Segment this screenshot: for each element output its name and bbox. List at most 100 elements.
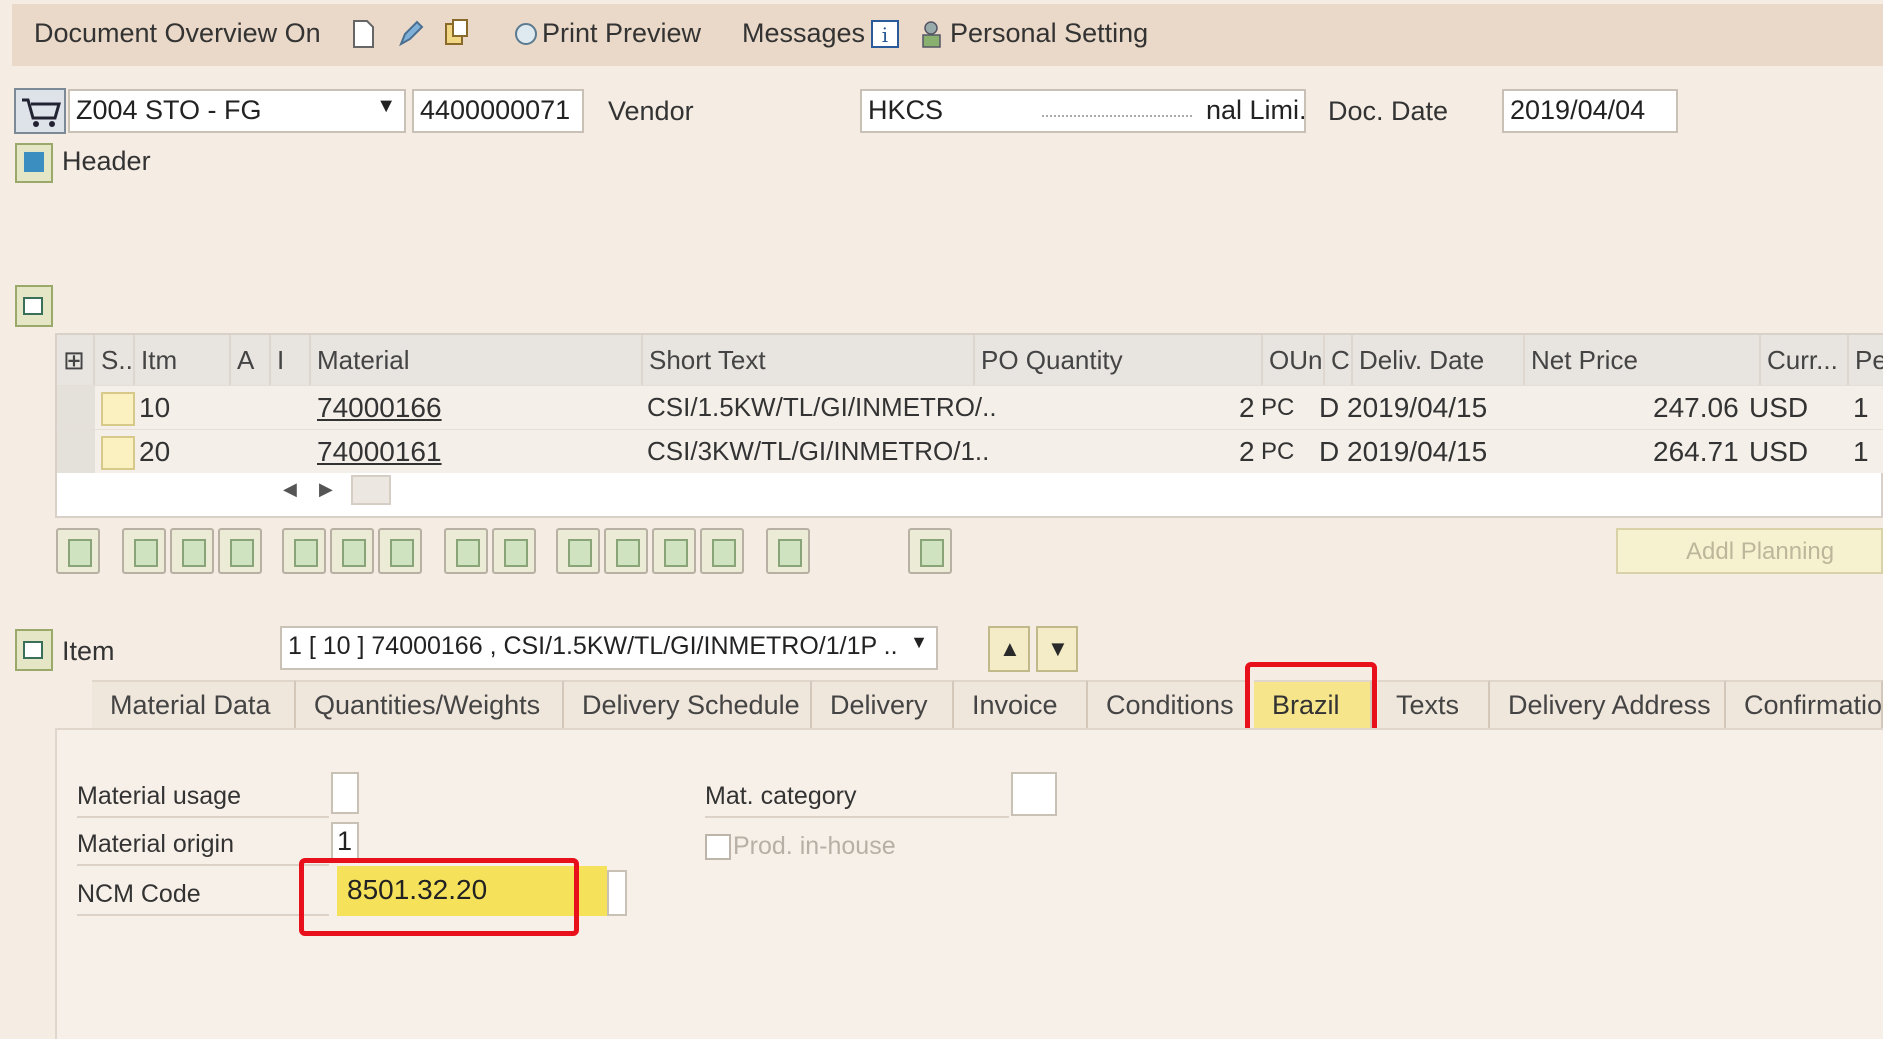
filter-settings-icon[interactable]: [652, 528, 696, 574]
material-link[interactable]: 74000161: [317, 436, 442, 468]
vendor-value: HKCS: [868, 95, 944, 125]
chevron-down-icon[interactable]: ▼: [906, 632, 928, 653]
paste-item-icon[interactable]: [492, 528, 536, 574]
table-row[interactable]: 20 74000161 CSI/3KW/TL/GI/INMETRO/1.. 2 …: [57, 429, 1883, 473]
unlock-icon[interactable]: [378, 528, 422, 574]
new-document-icon[interactable]: [348, 18, 378, 50]
column-header-short-text[interactable]: Short Text: [643, 335, 975, 385]
doc-date-field[interactable]: 2019/04/04: [1502, 89, 1678, 133]
column-header-c[interactable]: C: [1325, 335, 1353, 385]
header-expand-icon[interactable]: [14, 142, 54, 184]
column-header-per[interactable]: Per: [1849, 335, 1883, 385]
scroll-left-icon[interactable]: ◀: [283, 479, 297, 500]
delivery-date: 2019/04/15: [1347, 436, 1488, 467]
edit-icon[interactable]: [396, 18, 426, 50]
arrow-down-icon: ▼: [1047, 636, 1069, 661]
order-unit: PC: [1261, 394, 1295, 421]
document-overview-button[interactable]: Document Overview On: [34, 18, 321, 49]
horizontal-scrollbar[interactable]: [351, 475, 391, 505]
print-preview-icon[interactable]: [512, 18, 542, 50]
doc-date-label: Doc. Date: [1328, 96, 1449, 126]
document-number-field[interactable]: 4400000071: [412, 89, 584, 133]
item-label: Item: [62, 636, 115, 666]
mat-category-label: Mat. category: [705, 782, 857, 810]
print-preview-button[interactable]: Print Preview: [542, 18, 701, 49]
copy-item-icon[interactable]: [444, 528, 488, 574]
ncm-code-search-help[interactable]: [607, 870, 627, 916]
column-header-a[interactable]: A: [231, 335, 271, 385]
delivery-date: 2019/04/15: [1347, 392, 1488, 423]
info-icon[interactable]: i: [870, 18, 900, 50]
mat-category-field[interactable]: [1011, 772, 1057, 816]
export-icon[interactable]: [908, 528, 952, 574]
lock-icon[interactable]: [330, 528, 374, 574]
scroll-right-icon[interactable]: ▶: [319, 479, 333, 500]
cart-icon[interactable]: [14, 88, 66, 134]
chevron-down-icon[interactable]: ▼: [376, 95, 396, 118]
short-text: CSI/3KW/TL/GI/INMETRO/1..: [647, 436, 990, 466]
tab-material-data[interactable]: Material Data: [92, 680, 296, 728]
divider: [705, 816, 1009, 818]
addl-planning-button[interactable]: Addl Planning: [1616, 528, 1883, 574]
divider: [77, 864, 329, 866]
material-link[interactable]: 74000166: [317, 392, 442, 424]
material-usage-field[interactable]: [331, 772, 359, 814]
tab-texts[interactable]: Texts: [1378, 680, 1490, 728]
item-collapse-icon[interactable]: [14, 628, 54, 672]
divider: [77, 816, 329, 818]
row-selector[interactable]: [57, 386, 95, 429]
tab-invoice[interactable]: Invoice: [954, 680, 1088, 728]
material-origin-field[interactable]: 1: [331, 822, 359, 862]
tab-confirmation[interactable]: Confirmation: [1726, 680, 1883, 728]
items-collapse-icon[interactable]: [14, 284, 54, 328]
tab-delivery[interactable]: Delivery: [812, 680, 954, 728]
column-header-deliv-date[interactable]: Deliv. Date: [1353, 335, 1525, 385]
column-header-item[interactable]: Itm: [135, 335, 231, 385]
column-header-i[interactable]: I: [271, 335, 311, 385]
column-header-currency[interactable]: Curr...: [1761, 335, 1849, 385]
order-unit: PC: [1261, 438, 1295, 465]
item-selector-dropdown[interactable]: 1 [ 10 ] 74000166 , CSI/1.5KW/TL/GI/INME…: [280, 626, 938, 670]
document-type-select[interactable]: Z004 STO - FG ▼: [68, 89, 406, 133]
column-header-oun[interactable]: OUn: [1263, 335, 1325, 385]
details-icon[interactable]: [56, 528, 100, 574]
tab-conditions[interactable]: Conditions: [1088, 680, 1248, 728]
highlight-box: [299, 858, 579, 936]
item-number: 10: [139, 392, 171, 423]
personal-setting-icon[interactable]: [918, 18, 948, 50]
column-header-status[interactable]: S..: [95, 335, 135, 385]
print-items-icon[interactable]: [766, 528, 810, 574]
messages-button[interactable]: Messages: [742, 18, 865, 49]
item-overview-table: ⊞ S.. Itm A I Material Short Text PO Qua…: [55, 333, 1883, 518]
material-origin-label: Material origin: [77, 830, 235, 858]
tab-quantities-weights[interactable]: Quantities/Weights: [296, 680, 564, 728]
prod-inhouse-checkbox[interactable]: [705, 834, 731, 860]
column-header-po-quantity[interactable]: PO Quantity: [975, 335, 1263, 385]
total-icon[interactable]: [700, 528, 744, 574]
personal-setting-button[interactable]: Personal Setting: [950, 18, 1148, 49]
deselect-all-icon[interactable]: [218, 528, 262, 574]
net-price: 247.06: [1653, 392, 1739, 423]
column-header-net-price[interactable]: Net Price: [1525, 335, 1761, 385]
table-row[interactable]: 10 74000166 CSI/1.5KW/TL/GI/INMETRO/.. 2…: [57, 385, 1883, 429]
next-item-button[interactable]: ▼: [1036, 626, 1078, 672]
vendor-label: Vendor: [608, 96, 694, 126]
previous-item-button[interactable]: ▲: [988, 626, 1030, 672]
filter-icon[interactable]: [604, 528, 648, 574]
prod-inhouse-label: Prod. in-house: [733, 832, 896, 860]
select-block-icon[interactable]: [170, 528, 214, 574]
select-all-icon[interactable]: [122, 528, 166, 574]
copy-icon[interactable]: [442, 18, 472, 50]
price-unit: 1: [1853, 436, 1869, 467]
item-number: 20: [139, 436, 171, 467]
delete-icon[interactable]: [282, 528, 326, 574]
status-indicator: [101, 392, 135, 426]
column-header-material[interactable]: Material: [311, 335, 643, 385]
row-selector[interactable]: [57, 430, 95, 473]
sort-ascending-icon[interactable]: [556, 528, 600, 574]
table-settings-icon[interactable]: ⊞: [57, 335, 95, 385]
tab-delivery-schedule[interactable]: Delivery Schedule: [564, 680, 812, 728]
tab-delivery-address[interactable]: Delivery Address: [1490, 680, 1726, 728]
vendor-field[interactable]: HKCS nal Limi..: [860, 89, 1306, 133]
svg-text:i: i: [882, 23, 888, 47]
